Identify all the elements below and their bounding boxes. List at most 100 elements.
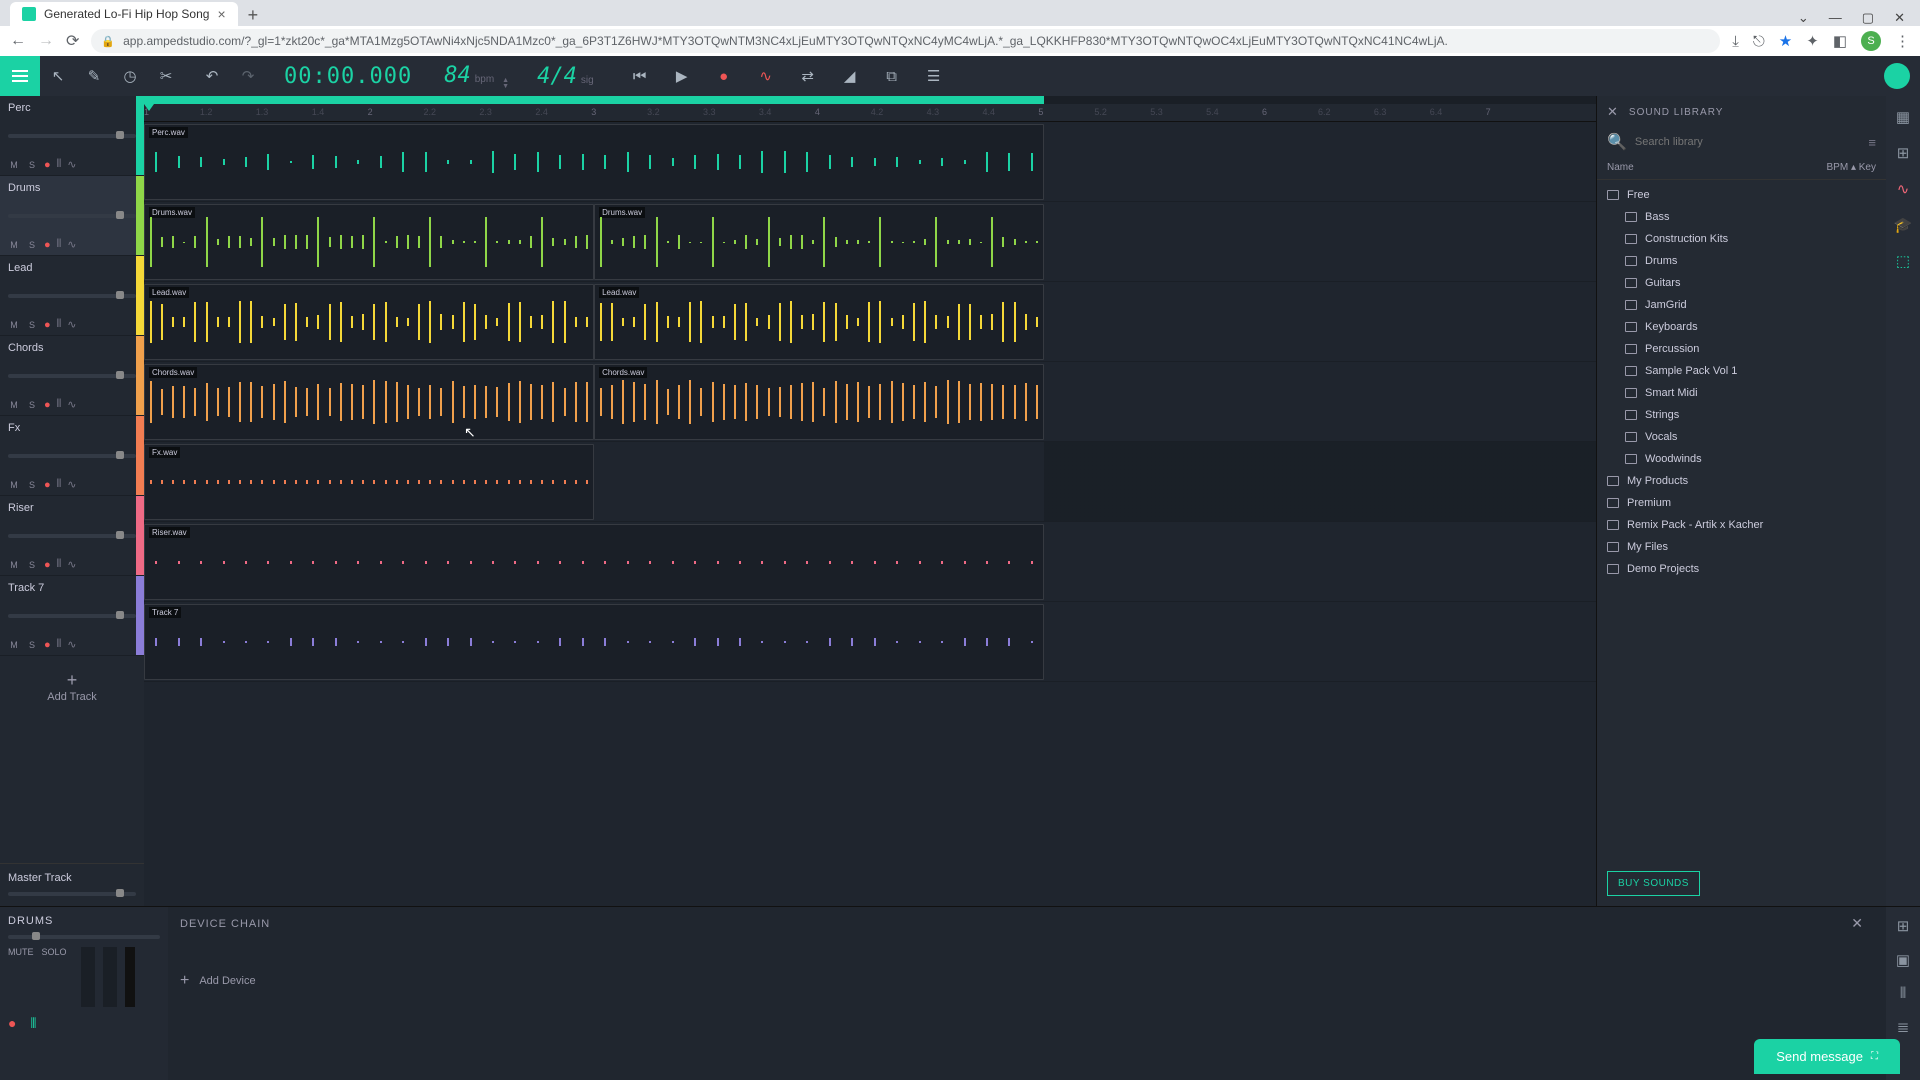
track-arm-icon[interactable]: ● [44,399,51,411]
playhead-icon[interactable] [144,104,154,111]
library-folder[interactable]: Demo Projects [1597,558,1886,580]
track-lane[interactable]: Track 7 [144,602,1596,682]
time-tool-icon[interactable]: ◷ [112,56,148,96]
audio-clip[interactable]: Chords.wav [144,364,594,440]
share-icon[interactable]: ⎋ [1753,33,1765,50]
main-menu-button[interactable] [0,56,40,96]
learn-rail-icon[interactable]: 🎓 [1894,216,1913,234]
track-monitor-icon[interactable]: ⫴ [57,158,62,171]
library-rail-icon[interactable]: ▦ [1896,108,1910,126]
track-mute-button[interactable]: M [8,160,20,170]
track-mute-button[interactable]: M [8,480,20,490]
loop-icon[interactable]: ⇄ [790,56,826,96]
forward-icon[interactable]: → [38,32,54,50]
library-folder[interactable]: Strings [1597,404,1886,426]
add-track-button[interactable]: +Add Track [0,656,144,717]
track-automation-icon[interactable]: ∿ [67,638,76,651]
track-lane[interactable]: Drums.wavDrums.wav [144,202,1596,282]
library-folder[interactable]: JamGrid [1597,294,1886,316]
library-folder[interactable]: My Files [1597,536,1886,558]
record-arm-icon[interactable]: ● [8,1015,16,1032]
track-volume-slider[interactable] [8,134,136,138]
audio-clip[interactable]: Drums.wav [144,204,594,280]
minimize-icon[interactable]: — [1829,10,1842,26]
library-folder[interactable]: Construction Kits [1597,228,1886,250]
track-automation-icon[interactable]: ∿ [67,398,76,411]
audio-clip[interactable]: Track 7 [144,604,1044,680]
eq-icon[interactable]: ⫴ [30,1015,36,1032]
track-automation-icon[interactable]: ∿ [67,478,76,491]
profile-avatar[interactable]: S [1861,31,1881,51]
library-folder[interactable]: Percussion [1597,338,1886,360]
track-lane[interactable]: Chords.wavChords.wav [144,362,1596,442]
loop-region[interactable] [144,96,1044,104]
timesig-control[interactable]: 4/4 sig [523,64,608,89]
track-monitor-icon[interactable]: ⫴ [57,478,62,491]
library-folder[interactable]: My Products [1597,470,1886,492]
track-header[interactable]: Riser M S ● ⫴ ∿ [0,496,144,576]
buy-sounds-button[interactable]: BUY SOUNDS [1607,871,1700,896]
track-solo-button[interactable]: S [26,560,38,570]
browser-tab[interactable]: Generated Lo-Fi Hip Hop Song × [10,2,238,26]
bookmark-icon[interactable]: ★ [1779,32,1792,50]
close-chain-icon[interactable]: ✕ [1851,915,1864,932]
add-device-button[interactable]: + Add Device [180,972,1874,990]
track-solo-button[interactable]: S [26,480,38,490]
master-volume-slider[interactable] [8,892,136,896]
timeline-ruler[interactable]: 11.21.31.422.22.32.433.23.33.444.24.34.4… [144,104,1596,122]
solo-button[interactable]: SOLO [42,947,67,1007]
track-monitor-icon[interactable]: ⫴ [57,318,62,331]
device-stack-icon[interactable]: ≣ [1897,1018,1910,1036]
device-grid-icon[interactable]: ⊞ [1897,917,1910,935]
new-tab-button[interactable]: + [238,5,269,26]
library-tree[interactable]: FreeBassConstruction KitsDrumsGuitarsJam… [1597,180,1886,861]
library-folder[interactable]: Drums [1597,250,1886,272]
track-header[interactable]: Track 7 M S ● ⫴ ∿ [0,576,144,656]
cut-tool-icon[interactable]: ✂ [148,56,184,96]
library-folder[interactable]: Bass [1597,206,1886,228]
wave-rail-icon[interactable]: ∿ [1897,180,1910,198]
track-solo-button[interactable]: S [26,160,38,170]
device-piano-icon[interactable]: ⫴ [1900,985,1906,1002]
track-monitor-icon[interactable]: ⫴ [57,638,62,651]
track-arm-icon[interactable]: ● [44,159,51,171]
library-folder[interactable]: Smart Midi [1597,382,1886,404]
track-arm-icon[interactable]: ● [44,639,51,651]
user-avatar[interactable] [1884,63,1910,89]
track-automation-icon[interactable]: ∿ [67,558,76,571]
track-mute-button[interactable]: M [8,560,20,570]
chevron-down-icon[interactable]: ⌄ [1798,10,1809,26]
track-volume-slider[interactable] [8,294,136,298]
track-lane[interactable]: Riser.wav [144,522,1596,602]
timecode-display[interactable]: 00:00.000 [266,64,430,89]
library-folder[interactable]: Vocals [1597,426,1886,448]
loop-bar[interactable] [144,96,1596,104]
track-arm-icon[interactable]: ● [44,559,51,571]
mute-button[interactable]: MUTE [8,947,34,1007]
track-header[interactable]: Lead M S ● ⫴ ∿ [0,256,144,336]
bpm-stepper-icon[interactable]: ▲▼ [502,78,509,90]
library-folder[interactable]: Free [1597,184,1886,206]
audio-clip[interactable]: Riser.wav [144,524,1044,600]
track-volume-slider[interactable] [8,534,136,538]
track-header[interactable]: Perc M S ● ⫴ ∿ [0,96,144,176]
url-input[interactable]: 🔒 app.ampedstudio.com/?_gl=1*zkt20c*_ga*… [91,29,1720,53]
track-solo-button[interactable]: S [26,640,38,650]
tab-close-icon[interactable]: × [217,6,225,22]
pointer-tool-icon[interactable]: ↖ [40,56,76,96]
track-volume-slider[interactable] [8,454,136,458]
track-header[interactable]: Chords M S ● ⫴ ∿ [0,336,144,416]
automation-icon[interactable]: ∿ [748,56,784,96]
track-header[interactable]: Drums M S ● ⫴ ∿ [0,176,144,256]
track-automation-icon[interactable]: ∿ [67,318,76,331]
maximize-icon[interactable]: ▢ [1862,10,1874,26]
audio-clip[interactable]: Perc.wav [144,124,1044,200]
library-folder[interactable]: Guitars [1597,272,1886,294]
back-icon[interactable]: ← [10,32,26,50]
sidepanel-icon[interactable]: ◧ [1833,32,1847,50]
col-key-header[interactable]: Key [1859,162,1876,173]
track-lane[interactable]: Fx.wav [144,442,1596,522]
library-folder[interactable]: Keyboards [1597,316,1886,338]
col-bpm-header[interactable]: BPM ▴ [1827,162,1859,173]
close-library-icon[interactable]: ✕ [1607,104,1619,120]
